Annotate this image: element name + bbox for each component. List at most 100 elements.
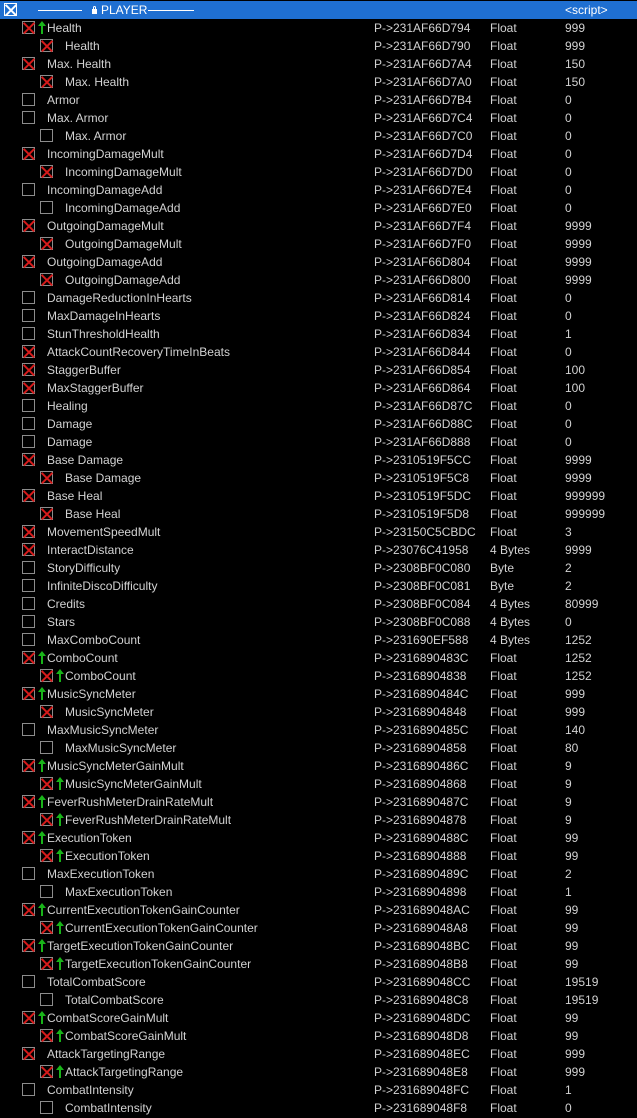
activate-checkbox[interactable] <box>22 435 35 448</box>
table-row[interactable]: Max. Health P->231AF66D7A4 Float 150 <box>0 55 637 73</box>
activate-checkbox[interactable] <box>22 309 35 322</box>
table-row[interactable]: Base Heal P->2310519F5D8 Float 999999 <box>0 505 637 523</box>
activate-checkbox[interactable] <box>22 597 35 610</box>
activate-checkbox[interactable] <box>40 39 53 52</box>
table-row[interactable]: CurrentExecutionTokenGainCounter P->23168… <box>0 901 637 919</box>
header-checkbox[interactable] <box>4 3 17 16</box>
table-row[interactable]: Max. Armor P->231AF66D7C4 Float 0 <box>0 109 637 127</box>
table-row[interactable]: Base Heal P->2310519F5DC Float 999999 <box>0 487 637 505</box>
activate-checkbox[interactable] <box>22 615 35 628</box>
activate-checkbox[interactable] <box>40 507 53 520</box>
activate-checkbox[interactable] <box>22 525 35 538</box>
table-row[interactable]: MaxStaggerBuffer P->231AF66D864 Float 100 <box>0 379 637 397</box>
table-row[interactable]: Max. Armor P->231AF66D7C0 Float 0 <box>0 127 637 145</box>
table-row[interactable]: Health P->231AF66D794 Float 999 <box>0 19 637 37</box>
activate-checkbox[interactable] <box>40 669 53 682</box>
table-row[interactable]: CombatIntensity P->231689048FC Float 1 <box>0 1081 637 1099</box>
activate-checkbox[interactable] <box>40 165 53 178</box>
table-row[interactable]: MusicSyncMeter P->23168904848 Float 999 <box>0 703 637 721</box>
activate-checkbox[interactable] <box>22 57 35 70</box>
activate-checkbox[interactable] <box>22 363 35 376</box>
activate-checkbox[interactable] <box>22 255 35 268</box>
table-row[interactable]: AttackTargetingRange P->231689048EC Float 9… <box>0 1045 637 1063</box>
activate-checkbox[interactable] <box>40 237 53 250</box>
table-row[interactable]: CombatIntensity P->231689048F8 Float 0 <box>0 1099 637 1117</box>
table-row[interactable]: MaxMusicSyncMeter P->23168904858 Float 80 <box>0 739 637 757</box>
table-row[interactable]: AttackTargetingRange P->231689048E8 Float 9… <box>0 1063 637 1081</box>
table-row[interactable]: MusicSyncMeterGainMult P->2316890486C Floa… <box>0 757 637 775</box>
table-row[interactable]: FeverRushMeterDrainRateMult P->2316890487… <box>0 793 637 811</box>
table-row[interactable]: MusicSyncMeter P->2316890484C Float 999 <box>0 685 637 703</box>
activate-checkbox[interactable] <box>22 723 35 736</box>
activate-checkbox[interactable] <box>22 327 35 340</box>
activate-checkbox[interactable] <box>22 831 35 844</box>
table-row[interactable]: IncomingDamageMult P->231AF66D7D0 Float 0 <box>0 163 637 181</box>
table-row[interactable]: Credits P->2308BF0C084 4 Bytes 80999 <box>0 595 637 613</box>
activate-checkbox[interactable] <box>40 75 53 88</box>
activate-checkbox[interactable] <box>40 129 53 142</box>
table-row[interactable]: StaggerBuffer P->231AF66D854 Float 100 <box>0 361 637 379</box>
activate-checkbox[interactable] <box>40 705 53 718</box>
table-row[interactable]: ComboCount P->2316890483C Float 1252 <box>0 649 637 667</box>
activate-checkbox[interactable] <box>22 21 35 34</box>
table-row[interactable]: OutgoingDamageAdd P->231AF66D804 Float 9999 <box>0 253 637 271</box>
activate-checkbox[interactable] <box>22 975 35 988</box>
table-row[interactable]: TotalCombatScore P->231689048CC Float 19519 <box>0 973 637 991</box>
table-row[interactable]: DamageReductionInHearts P->231AF66D814 Flo… <box>0 289 637 307</box>
activate-checkbox[interactable] <box>40 1101 53 1114</box>
table-row[interactable]: Base Damage P->2310519F5C8 Float 9999 <box>0 469 637 487</box>
table-row[interactable]: TargetExecutionTokenGainCounter P->231689… <box>0 955 637 973</box>
activate-checkbox[interactable] <box>22 633 35 646</box>
activate-checkbox[interactable] <box>40 1065 53 1078</box>
table-row[interactable]: Damage P->231AF66D888 Float 0 <box>0 433 637 451</box>
activate-checkbox[interactable] <box>40 777 53 790</box>
activate-checkbox[interactable] <box>22 417 35 430</box>
activate-checkbox[interactable] <box>22 579 35 592</box>
table-row[interactable]: MaxMusicSyncMeter P->2316890485C Float 140 <box>0 721 637 739</box>
table-row[interactable]: MusicSyncMeterGainMult P->23168904868 Floa… <box>0 775 637 793</box>
activate-checkbox[interactable] <box>22 111 35 124</box>
table-row[interactable]: CurrentExecutionTokenGainCounter P->23168… <box>0 919 637 937</box>
table-row[interactable]: FeverRushMeterDrainRateMult P->2316890487… <box>0 811 637 829</box>
activate-checkbox[interactable] <box>22 1011 35 1024</box>
table-row[interactable]: Base Damage P->2310519F5CC Float 9999 <box>0 451 637 469</box>
table-row[interactable]: MaxExecutionToken P->23168904898 Float 1 <box>0 883 637 901</box>
activate-checkbox[interactable] <box>40 993 53 1006</box>
activate-checkbox[interactable] <box>40 921 53 934</box>
table-row[interactable]: CombatScoreGainMult P->231689048DC Float 99 <box>0 1009 637 1027</box>
table-row[interactable]: MaxExecutionToken P->2316890489C Float 2 <box>0 865 637 883</box>
table-row[interactable]: ComboCount P->23168904838 Float 1252 <box>0 667 637 685</box>
header-row-player[interactable]: PLAYER <script> <box>0 1 637 19</box>
activate-checkbox[interactable] <box>22 183 35 196</box>
activate-checkbox[interactable] <box>22 381 35 394</box>
table-row[interactable]: IncomingDamageAdd P->231AF66D7E0 Float 0 <box>0 199 637 217</box>
activate-checkbox[interactable] <box>40 813 53 826</box>
table-row[interactable]: MaxDamageInHearts P->231AF66D824 Float 0 <box>0 307 637 325</box>
activate-checkbox[interactable] <box>40 741 53 754</box>
activate-checkbox[interactable] <box>22 345 35 358</box>
activate-checkbox[interactable] <box>40 1029 53 1042</box>
table-row[interactable]: ExecutionToken P->2316890488C Float 99 <box>0 829 637 847</box>
table-row[interactable]: InfiniteDiscoDifficulty P->2308BF0C081 Byt… <box>0 577 637 595</box>
activate-checkbox[interactable] <box>40 885 53 898</box>
activate-checkbox[interactable] <box>22 687 35 700</box>
activate-checkbox[interactable] <box>22 399 35 412</box>
table-row[interactable]: ExecutionToken P->23168904888 Float 99 <box>0 847 637 865</box>
table-row[interactable]: IncomingDamageAdd P->231AF66D7E4 Float 0 <box>0 181 637 199</box>
table-row[interactable]: Healing P->231AF66D87C Float 0 <box>0 397 637 415</box>
activate-checkbox[interactable] <box>40 471 53 484</box>
table-row[interactable]: MovementSpeedMult P->23150C5CBDC Float 3 <box>0 523 637 541</box>
table-row[interactable]: Armor P->231AF66D7B4 Float 0 <box>0 91 637 109</box>
activate-checkbox[interactable] <box>22 1083 35 1096</box>
activate-checkbox[interactable] <box>22 939 35 952</box>
activate-checkbox[interactable] <box>22 867 35 880</box>
activate-checkbox[interactable] <box>22 453 35 466</box>
table-row[interactable]: MaxComboCount P->231690EF588 4 Bytes 1252 <box>0 631 637 649</box>
table-row[interactable]: OutgoingDamageAdd P->231AF66D800 Float 9999 <box>0 271 637 289</box>
activate-checkbox[interactable] <box>40 201 53 214</box>
activate-checkbox[interactable] <box>22 651 35 664</box>
table-row[interactable]: CombatScoreGainMult P->231689048D8 Float 99 <box>0 1027 637 1045</box>
activate-checkbox[interactable] <box>22 543 35 556</box>
activate-checkbox[interactable] <box>40 849 53 862</box>
table-row[interactable]: Max. Health P->231AF66D7A0 Float 150 <box>0 73 637 91</box>
